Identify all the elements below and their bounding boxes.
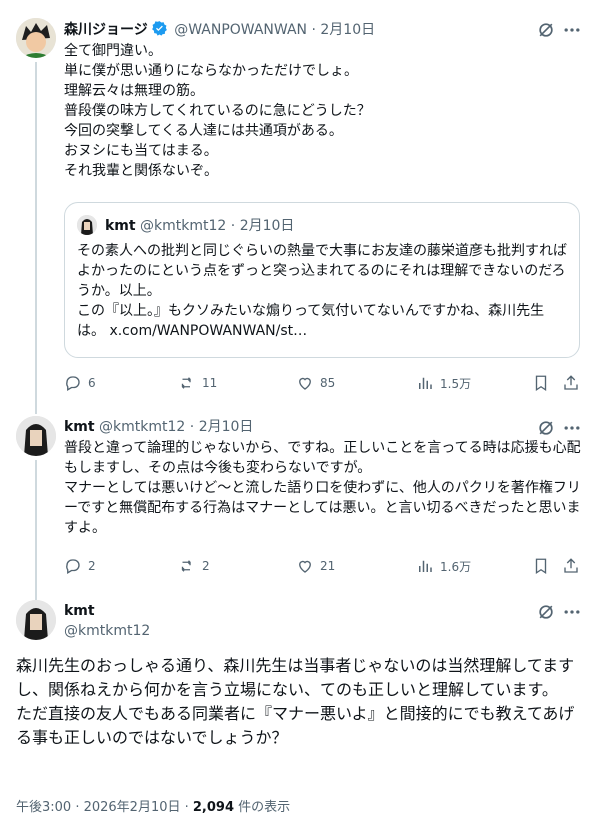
- bookmark-icon: [535, 375, 547, 392]
- reply-button[interactable]: 6: [64, 373, 96, 393]
- avatar[interactable]: [16, 18, 56, 58]
- views-count: 2,094: [192, 800, 235, 815]
- views-label: 件の表示: [234, 800, 291, 815]
- post-date[interactable]: 2月10日: [320, 22, 375, 38]
- views-button[interactable]: 1.6万: [416, 556, 471, 576]
- like-count: 21: [320, 559, 336, 573]
- thread-line: [35, 590, 37, 600]
- repost-button[interactable]: 2: [178, 556, 210, 576]
- reply-icon: [66, 376, 80, 391]
- thread-line: [35, 62, 37, 402]
- quote-header: kmt @kmtkmt12 · 2月10日: [105, 217, 294, 235]
- separator-dot: ·: [185, 419, 199, 435]
- views-button[interactable]: 1.5万: [416, 373, 471, 393]
- share-button[interactable]: [562, 556, 580, 576]
- tweet-header: kmt @kmtkmt12 · 2月10日: [64, 418, 253, 436]
- action-bar: 6 11 85 1.5万: [64, 373, 584, 393]
- quote-date: 2月10日: [239, 218, 295, 234]
- grok-icon[interactable]: [536, 20, 556, 40]
- post-metadata: 午後3:00 · 2026年2月10日 · 2,094 件の表示: [16, 796, 290, 815]
- handle[interactable]: @WANPOWANWAN: [174, 22, 307, 38]
- repost-count: 11: [202, 376, 218, 390]
- avatar[interactable]: [16, 600, 56, 640]
- like-icon: [299, 377, 311, 390]
- more-icon[interactable]: [562, 602, 582, 622]
- separator-dot: ·: [226, 218, 240, 234]
- reply-count: 6: [88, 376, 96, 390]
- views-count: 1.5万: [440, 376, 472, 391]
- like-button[interactable]: 85: [296, 373, 335, 393]
- more-icon[interactable]: [562, 20, 582, 40]
- share-icon: [564, 375, 578, 390]
- handle[interactable]: @kmtkmt12: [99, 419, 185, 435]
- like-icon: [299, 560, 311, 573]
- quote-text: その素人への批判と同じぐらいの熱量で大事にお友達の藤栄道彦も批判すればよかったの…: [77, 243, 567, 339]
- share-icon: [564, 558, 578, 573]
- share-button[interactable]: [562, 373, 580, 393]
- focal-display-name: kmt: [64, 602, 95, 620]
- post-date[interactable]: 2月10日: [199, 419, 254, 435]
- action-bar: 2 2 21 1.6万: [64, 556, 584, 576]
- grok-icon[interactable]: [536, 418, 556, 438]
- repost-icon: [181, 560, 191, 572]
- bookmark-button[interactable]: [532, 373, 550, 393]
- repost-count: 2: [202, 559, 210, 573]
- tweet-1[interactable]: 森川ジョージ @WANPOWANWAN · 2月10日 全て御門違い。 単に僕が…: [0, 0, 598, 402]
- reply-button[interactable]: 2: [64, 556, 96, 576]
- quote-avatar: [77, 215, 97, 235]
- grok-icon[interactable]: [536, 602, 556, 622]
- bookmark-icon: [535, 558, 547, 575]
- separator-dot: ·: [307, 22, 321, 38]
- views-icon: [419, 377, 432, 389]
- display-name[interactable]: kmt: [64, 603, 95, 619]
- like-count: 85: [320, 376, 336, 390]
- display-name[interactable]: kmt: [64, 419, 95, 435]
- bookmark-button[interactable]: [532, 556, 550, 576]
- quoted-tweet[interactable]: kmt @kmtkmt12 · 2月10日 その素人への批判と同じぐらいの熱量で…: [64, 202, 580, 358]
- repost-button[interactable]: 11: [178, 373, 217, 393]
- more-icon[interactable]: [562, 418, 582, 438]
- views-count: 1.6万: [440, 559, 472, 574]
- tweet-2[interactable]: kmt @kmtkmt12 · 2月10日 普段と違って論理的じゃないから、です…: [0, 400, 598, 590]
- reply-count: 2: [88, 559, 96, 573]
- thread-line: [35, 400, 37, 414]
- repost-icon: [181, 377, 191, 389]
- tweet-header: 森川ジョージ @WANPOWANWAN · 2月10日: [64, 20, 375, 42]
- avatar[interactable]: [16, 416, 56, 456]
- focal-handle-row: @kmtkmt12: [64, 622, 150, 640]
- quote-handle: @kmtkmt12: [140, 218, 227, 234]
- display-name[interactable]: 森川ジョージ: [64, 22, 148, 38]
- thread-line: [35, 460, 37, 590]
- focal-tweet-text: 森川先生のおっしゃる通り、森川先生は当事者じゃないのは当然理解してますし、関係ね…: [16, 656, 575, 747]
- handle[interactable]: @kmtkmt12: [64, 623, 150, 639]
- verified-badge-icon: [151, 20, 168, 42]
- tweet-text: 普段と違って論理的じゃないから、ですね。正しいことを言ってる時は応援も心配もしま…: [64, 440, 581, 536]
- like-button[interactable]: 21: [296, 556, 335, 576]
- post-timestamp[interactable]: 午後3:00 · 2026年2月10日 ·: [16, 800, 193, 815]
- tweet-text: 全て御門違い。 単に僕が思い通りにならなかっただけでしょ。 理解云々は無理の筋。…: [64, 43, 371, 179]
- quote-display-name: kmt: [105, 218, 136, 234]
- views-icon: [419, 560, 432, 572]
- reply-icon: [66, 559, 80, 574]
